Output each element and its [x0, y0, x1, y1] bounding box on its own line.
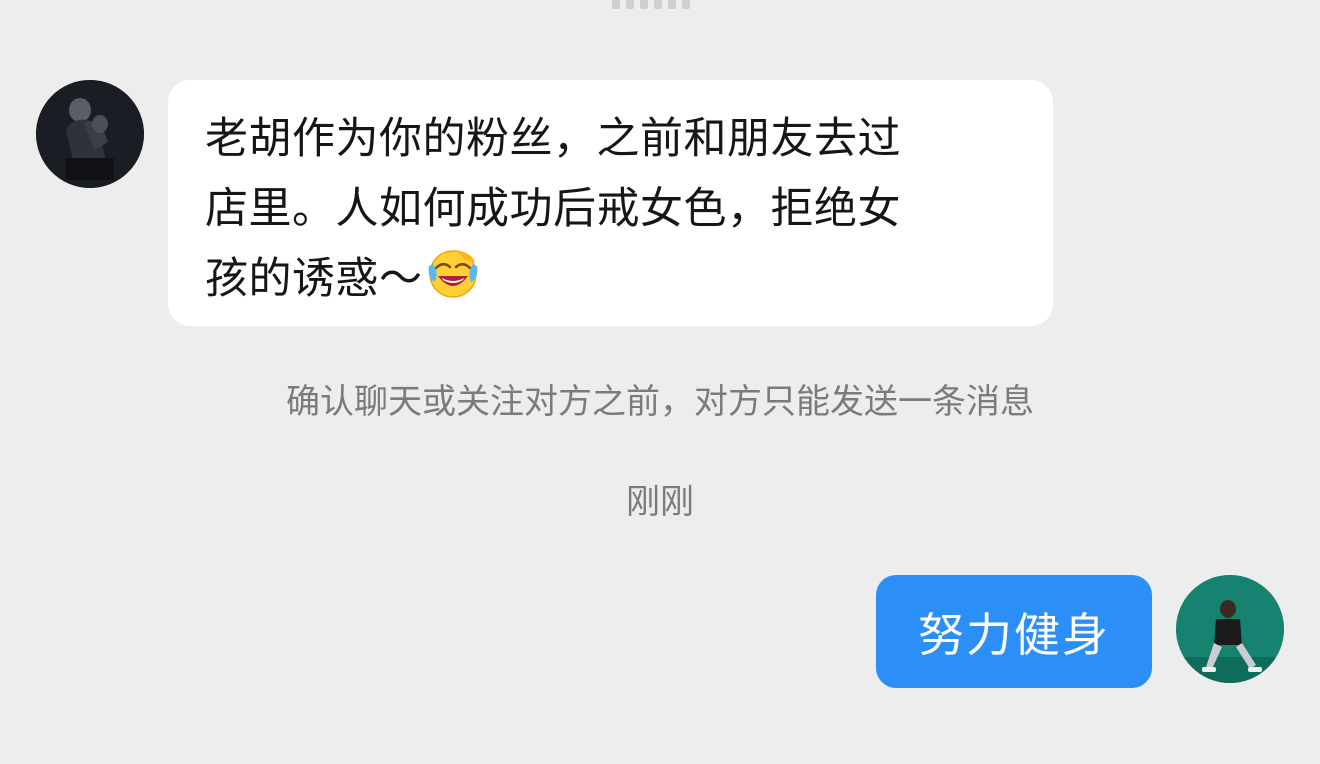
incoming-message-line: 孩的诱惑～ [205, 244, 1023, 314]
scrolled-content-fragment [612, 0, 706, 18]
message-restriction-notice: 确认聊天或关注对方之前，对方只能发送一条消息 [286, 382, 1034, 422]
incoming-message-line-text: 孩的诱惑～ [205, 254, 423, 304]
sender-avatar-image [36, 80, 144, 188]
incoming-message-bubble[interactable]: 老胡作为你的粉丝，之前和朋友去过 店里。人如何成功后戒女色，拒绝女 孩的诱惑～ [168, 80, 1053, 326]
message-timestamp: 刚刚 [626, 482, 694, 522]
outgoing-message-bubble[interactable]: 努力健身 [876, 575, 1152, 688]
sender-avatar[interactable] [36, 80, 144, 188]
self-avatar-image [1176, 575, 1284, 683]
self-avatar[interactable] [1176, 575, 1284, 683]
outgoing-message-text: 努力健身 [918, 607, 1110, 662]
incoming-message-line: 老胡作为你的粉丝，之前和朋友去过 [205, 114, 901, 164]
incoming-message-line: 店里。人如何成功后戒女色，拒绝女 [205, 184, 901, 234]
laughing-crying-emoji-icon [427, 248, 479, 300]
